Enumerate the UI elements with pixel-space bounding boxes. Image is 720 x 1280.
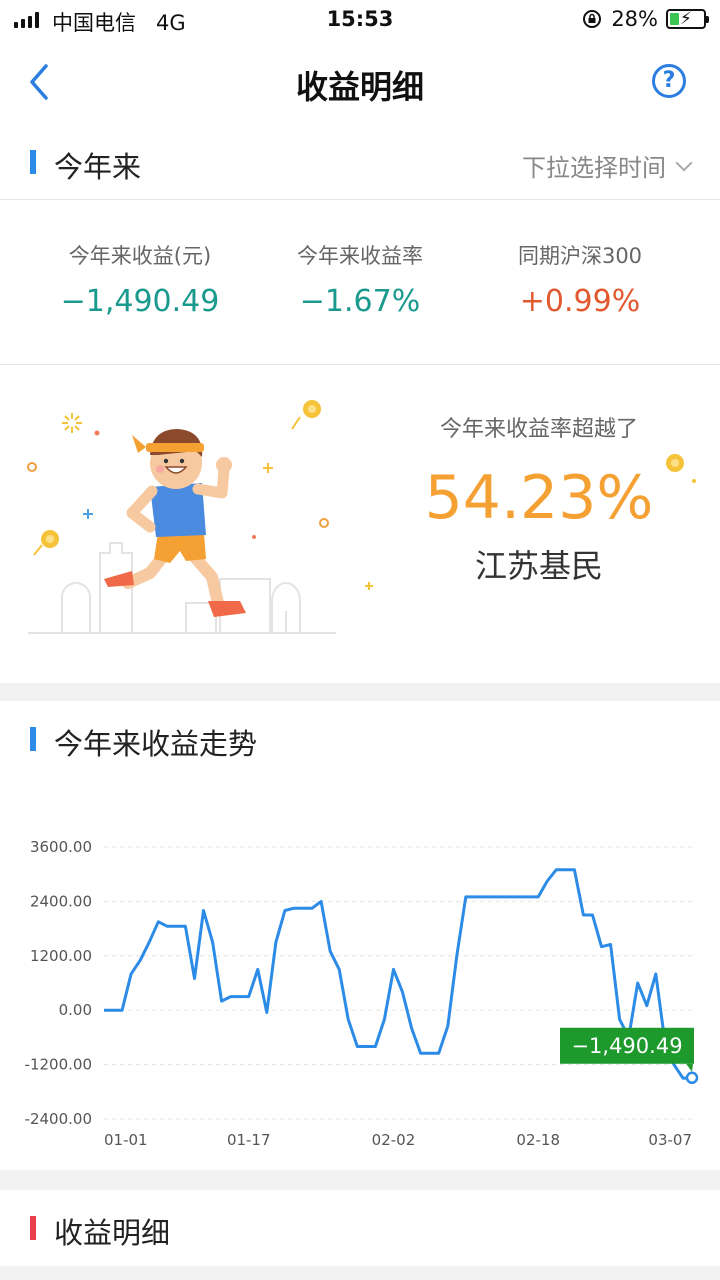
period-label: 今年来 xyxy=(54,150,142,184)
y-tick-label: 2400.00 xyxy=(30,892,92,910)
trend-chart-svg: 3600.00 2400.00 1200.00 0.00 -1200.00 -2400.0… xyxy=(25,838,699,1149)
status-bar: 中国电信 4G 15:53 28% ⚡ xyxy=(0,0,720,40)
stat-value: −1.67% xyxy=(299,284,421,319)
rotation-lock-icon xyxy=(583,10,602,28)
battery-icon: ⚡ xyxy=(666,9,709,29)
y-tick-label: -1200.00 xyxy=(25,1056,92,1074)
ranking-percent: 54.23% xyxy=(424,463,654,533)
ranking-description: 今年来收益率超越了 xyxy=(439,417,638,442)
x-tick-label: 01-17 xyxy=(227,1131,271,1149)
y-tick-label: 1200.00 xyxy=(30,947,92,965)
time-picker-label: 下拉选择时间 xyxy=(522,154,666,182)
stat-name: 今年来收益(元) xyxy=(68,244,212,268)
data-point xyxy=(685,1071,699,1085)
section-marker xyxy=(30,727,36,751)
battery-percent: 28% xyxy=(611,7,658,31)
stat-value: −1,490.49 xyxy=(60,284,220,319)
y-tick-label: -2400.00 xyxy=(25,1110,92,1128)
stat-ytd-rate: 今年来收益率 −1.67% xyxy=(240,240,480,319)
time-picker[interactable]: 下拉选择时间 xyxy=(522,148,693,183)
ranking-group: 江苏基民 xyxy=(474,547,603,585)
x-tick-label: 02-18 xyxy=(516,1131,560,1149)
period-header: 今年来 下拉选择时间 xyxy=(0,124,720,200)
stat-value: +0.99% xyxy=(519,284,641,319)
status-right: 28% ⚡ xyxy=(581,7,709,31)
data-label: −1,490.49 xyxy=(571,1034,682,1058)
tooltip-pointer xyxy=(686,1063,693,1072)
trend-header: 今年来收益走势 xyxy=(0,701,720,777)
trend-chart[interactable]: 3600.00 2400.00 1200.00 0.00 -1200.00 -2400.0… xyxy=(0,777,720,1170)
y-tick-label: 3600.00 xyxy=(30,838,92,856)
detail-header: 收益明细 xyxy=(0,1190,720,1266)
chevron-down-icon xyxy=(675,154,693,171)
x-tick-label: 01-01 xyxy=(104,1131,148,1149)
nav-bar: 收益明细 ? xyxy=(0,40,720,124)
x-tick-label: 02-02 xyxy=(372,1131,416,1149)
section-marker xyxy=(30,1216,36,1240)
stat-hs300: 同期沪深300 +0.99% xyxy=(460,240,700,319)
section-marker xyxy=(30,150,36,174)
question-circle-icon[interactable]: ? xyxy=(652,64,686,98)
page-title: 收益明细 xyxy=(295,68,424,106)
ranking-card: 今年来收益率超越了 54.23% 江苏基民 xyxy=(0,365,720,683)
detail-title: 收益明细 xyxy=(54,1216,171,1250)
runner-illustration xyxy=(27,400,373,634)
y-tick-label: 0.00 xyxy=(59,1001,92,1019)
stats-panel: 今年来收益(元) −1,490.49 今年来收益率 −1.67% 同期沪深300… xyxy=(0,200,720,364)
stat-name: 今年来收益率 xyxy=(297,244,423,268)
x-tick-label: 03-07 xyxy=(648,1131,692,1149)
trend-title: 今年来收益走势 xyxy=(54,727,258,761)
stat-name: 同期沪深300 xyxy=(517,244,643,268)
stat-ytd-profit: 今年来收益(元) −1,490.49 xyxy=(20,240,260,319)
